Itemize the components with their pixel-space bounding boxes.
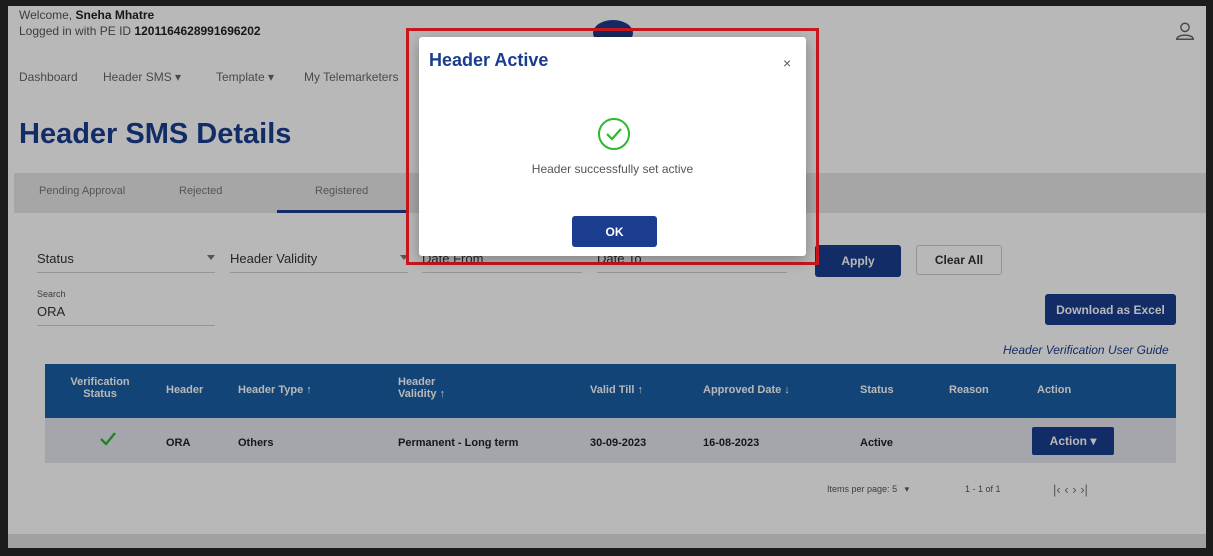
dialog-title: Header Active (429, 50, 549, 70)
ok-button[interactable]: OK (572, 216, 657, 247)
success-check-icon (598, 118, 630, 150)
close-icon[interactable]: × (783, 55, 791, 71)
dialog-message: Header successfully set active (531, 162, 694, 176)
header-active-dialog: Header Active × Header successfully set … (419, 37, 806, 256)
app-window: Welcome, Sneha Mhatre Logged in with PE … (8, 6, 1206, 548)
